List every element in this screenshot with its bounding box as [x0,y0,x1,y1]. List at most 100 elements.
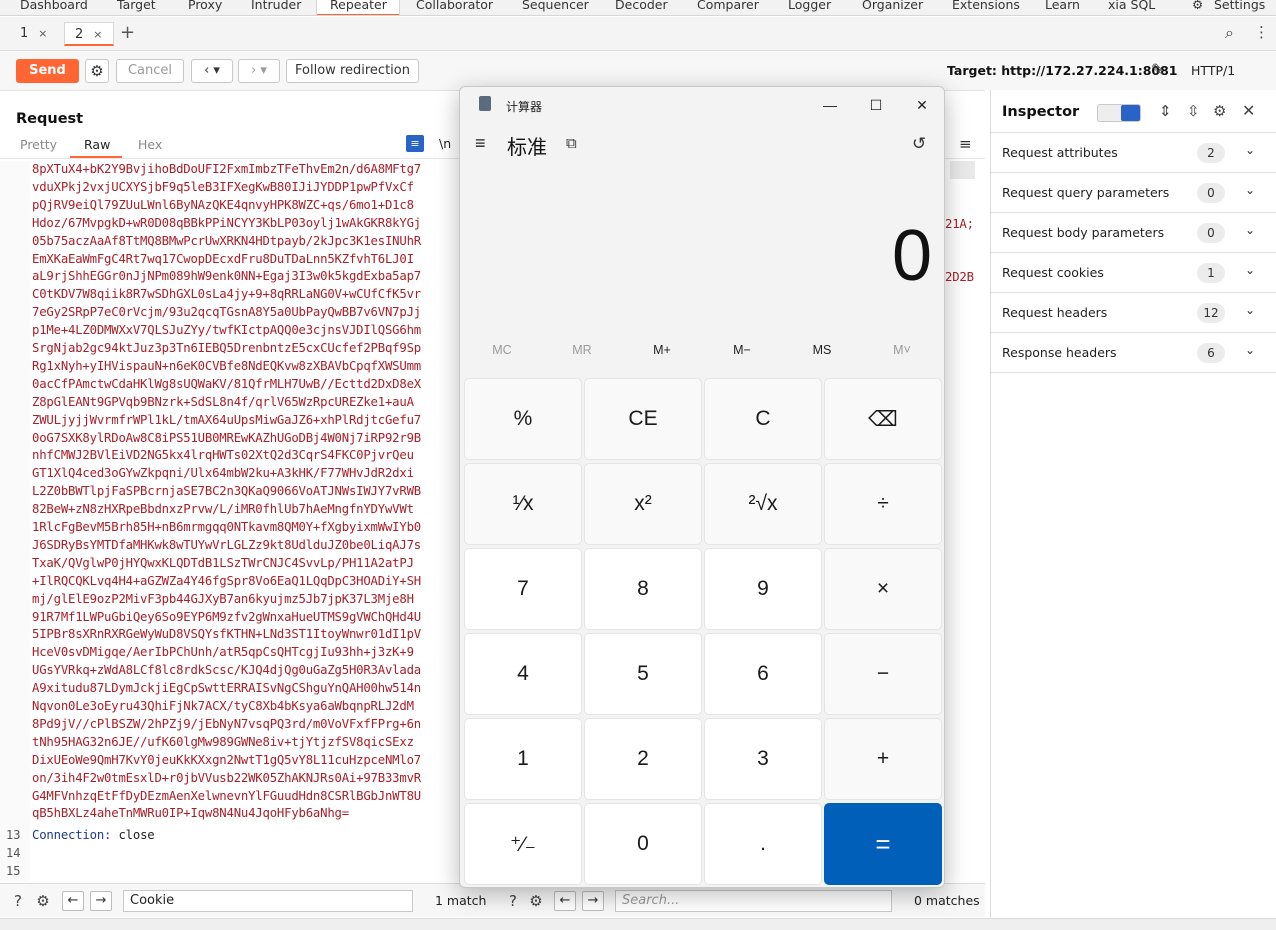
memory-list-button[interactable]: M˅ [862,343,942,357]
search-icon[interactable]: ⌕ [1225,23,1234,43]
percent-button[interactable]: % [464,378,582,460]
expand-icon[interactable]: ⇕ [1159,102,1172,120]
digit-8-button[interactable]: 8 [584,548,702,630]
edit-pencil-icon[interactable]: ✎ [1151,60,1164,79]
memory-store-button[interactable]: MS [782,343,862,357]
digit-3-button[interactable]: 3 [704,718,822,800]
previous-match-icon[interactable]: ← [554,891,576,911]
hamburger-menu-icon[interactable]: ≡ [475,133,486,154]
equals-button[interactable]: = [824,803,942,885]
square-button[interactable]: x² [584,463,702,545]
newline-toggle[interactable]: \n [439,136,451,151]
nav-xia-sql[interactable]: xia SQL [1108,0,1155,12]
close-icon[interactable]: ✕ [902,93,942,117]
next-match-icon[interactable]: → [582,891,604,911]
nav-organizer[interactable]: Organizer [862,0,923,12]
nav-learn[interactable]: Learn [1045,0,1080,12]
response-search-input[interactable]: Search... [615,890,892,912]
nav-decoder[interactable]: Decoder [615,0,668,12]
scroll-thumb[interactable] [950,161,975,179]
multiply-button[interactable]: × [824,548,942,630]
plus-button[interactable]: + [824,718,942,800]
digit-5-button[interactable]: 5 [584,633,702,715]
close-icon[interactable]: × [93,28,102,41]
gear-icon[interactable]: ⚙ [1213,102,1226,120]
collapse-icon[interactable]: ⇳ [1187,102,1200,120]
square-root-button[interactable]: ²√x [704,463,822,545]
wrap-lines-icon[interactable]: ≡ [406,135,424,152]
help-icon[interactable]: ? [8,891,28,911]
decimal-button[interactable]: . [704,803,822,885]
nav-sequencer[interactable]: Sequencer [522,0,589,12]
memory-clear-button[interactable]: MC [462,343,542,357]
clear-button[interactable]: C [704,378,822,460]
digit-2-button[interactable]: 2 [584,718,702,800]
inspector-row-request-headers[interactable]: Request headers 12 ⌄ [991,293,1276,333]
gear-icon[interactable]: ⚙ [526,891,546,911]
repeater-tab-1[interactable]: 1 × [10,22,58,46]
forward-button[interactable]: › ▾ [238,59,280,83]
memory-subtract-button[interactable]: M− [702,343,782,357]
reciprocal-button[interactable]: ¹⁄x [464,463,582,545]
settings-icon[interactable]: ⚙ [1192,0,1203,12]
gear-icon[interactable]: ⚙ [33,891,53,911]
nav-collaborator[interactable]: Collaborator [416,0,493,12]
chevron-down-icon[interactable]: ⌄ [1245,343,1255,357]
digit-6-button[interactable]: 6 [704,633,822,715]
http-version-label[interactable]: HTTP/1 [1191,63,1235,78]
repeater-tab-2[interactable]: 2 × [64,22,114,46]
layout-side-icon[interactable] [1121,105,1140,121]
inspector-row-request-cookies[interactable]: Request cookies 1 ⌄ [991,253,1276,293]
chevron-down-icon[interactable]: ⌄ [1245,263,1255,277]
backspace-button[interactable]: ⌫ [824,378,942,460]
previous-match-icon[interactable]: ← [62,891,84,911]
back-button[interactable]: ‹ ▾ [191,59,233,83]
digit-1-button[interactable]: 1 [464,718,582,800]
nav-proxy[interactable]: Proxy [188,0,222,12]
add-tab-icon[interactable]: + [120,23,135,43]
minimize-icon[interactable]: — [810,93,850,117]
close-icon[interactable]: × [38,27,47,40]
nav-extensions[interactable]: Extensions [952,0,1020,12]
more-vertical-icon[interactable]: ⋮ [1254,23,1269,41]
tab-pretty[interactable]: Pretty [20,137,57,152]
nav-settings[interactable]: Settings [1214,0,1265,12]
history-icon[interactable]: ↺ [912,134,926,154]
digit-7-button[interactable]: 7 [464,548,582,630]
inspector-row-response-headers[interactable]: Response headers 6 ⌄ [991,333,1276,373]
nav-dashboard[interactable]: Dashboard [20,0,88,12]
menu-icon[interactable]: ≡ [959,135,972,153]
negate-button[interactable]: ⁺⁄₋ [464,803,582,885]
chevron-down-icon[interactable]: ⌄ [1245,183,1255,197]
memory-add-button[interactable]: M+ [622,343,702,357]
nav-repeater[interactable]: Repeater [330,0,387,12]
chevron-down-icon[interactable]: ⌄ [1245,143,1255,157]
clear-entry-button[interactable]: CE [584,378,702,460]
tab-hex[interactable]: Hex [138,137,162,152]
digit-4-button[interactable]: 4 [464,633,582,715]
gear-icon[interactable]: ⚙ [85,59,109,83]
memory-recall-button[interactable]: MR [542,343,622,357]
nav-target[interactable]: Target [117,0,156,12]
nav-intruder[interactable]: Intruder [251,0,301,12]
close-icon[interactable]: ✕ [1242,101,1255,120]
nav-comparer[interactable]: Comparer [697,0,759,12]
tab-raw[interactable]: Raw [84,137,110,152]
digit-0-button[interactable]: 0 [584,803,702,885]
cancel-button[interactable]: Cancel [116,59,184,83]
send-button[interactable]: Send [16,59,79,83]
chevron-down-icon[interactable]: ⌄ [1245,223,1255,237]
next-match-icon[interactable]: → [90,891,112,911]
maximize-icon[interactable]: ☐ [856,93,896,117]
search-input[interactable]: Cookie [123,890,413,912]
inspector-row-request-attributes[interactable]: Request attributes 2 ⌄ [991,133,1276,173]
chevron-down-icon[interactable]: ⌄ [1245,303,1255,317]
digit-9-button[interactable]: 9 [704,548,822,630]
inspector-row-request-body-parameters[interactable]: Request body parameters 0 ⌄ [991,213,1276,253]
help-icon[interactable]: ? [503,891,523,911]
follow-redirection-button[interactable]: Follow redirection [286,59,419,83]
divide-button[interactable]: ÷ [824,463,942,545]
minus-button[interactable]: − [824,633,942,715]
inspector-row-request-query-parameters[interactable]: Request query parameters 0 ⌄ [991,173,1276,213]
keep-on-top-icon[interactable]: ⧉ [566,135,577,152]
